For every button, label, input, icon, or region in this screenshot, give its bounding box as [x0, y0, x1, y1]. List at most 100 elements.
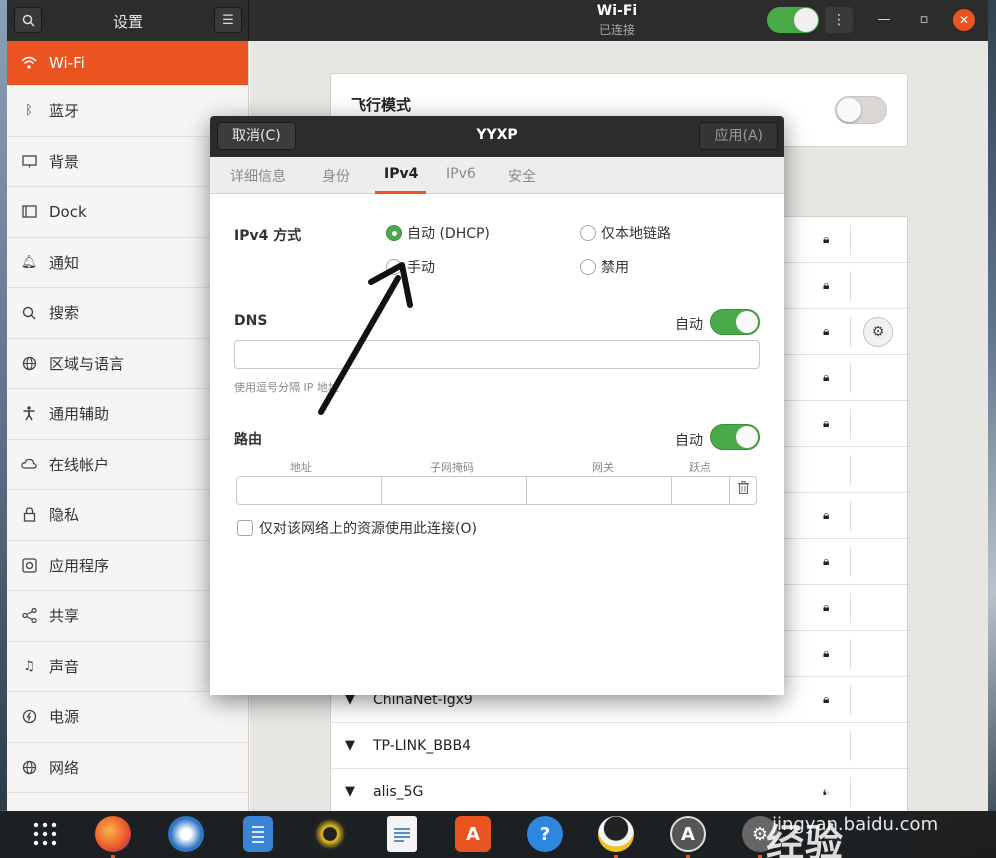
sidebar-item-label: 通用辅助 — [49, 405, 110, 424]
only-resources-checkbox[interactable]: 仅对该网络上的资源使用此连接(O) — [237, 518, 477, 538]
route-column-netmask: 子网掩码 — [430, 461, 474, 474]
sidebar-item-label: 声音 — [49, 657, 80, 676]
tab-ipv6[interactable]: IPv6 — [446, 166, 476, 182]
route-column-gateway: 网关 — [592, 461, 614, 474]
lock-icon: 🔒︎ — [823, 508, 830, 522]
method-manual-radio[interactable]: 手动 — [386, 257, 435, 277]
wifi-signal-icon: ▼ — [345, 784, 355, 799]
baidu-watermark: Bai du 经验 jingyan.baidu.com — [760, 752, 960, 858]
sidebar-item-wifi[interactable]: Wi-Fi — [7, 41, 248, 86]
app-grid-icon[interactable] — [27, 816, 63, 852]
sidebar-item-network[interactable]: 网络 — [7, 743, 248, 793]
lock-icon: 🔒︎ — [823, 278, 830, 292]
delete-route-button[interactable] — [729, 476, 757, 505]
qq-icon[interactable] — [598, 816, 634, 852]
radio-label: 禁用 — [601, 260, 629, 276]
window-title: Wi-Fi — [596, 3, 638, 19]
method-disable-radio[interactable]: 禁用 — [580, 257, 629, 277]
dialog-tabs: 详细信息 身份 IPv4 IPv6 安全 — [210, 157, 784, 194]
help-icon[interactable]: ? — [527, 816, 563, 852]
route-address-input[interactable] — [236, 476, 382, 505]
apps-icon — [21, 557, 37, 573]
minimize-button[interactable]: — — [873, 9, 895, 31]
sidebar-item-label: 蓝牙 — [49, 102, 80, 121]
route-gateway-input[interactable] — [526, 476, 672, 505]
tab-security[interactable]: 安全 — [508, 166, 536, 186]
apply-button[interactable]: 应用(A) — [699, 122, 778, 150]
active-tab-indicator — [375, 191, 426, 194]
wifi-toggle[interactable] — [767, 7, 819, 33]
sidebar-item-label: 通知 — [49, 253, 80, 272]
network-name: alis_5G — [373, 783, 424, 800]
sidebar-item-label: 区域与语言 — [49, 354, 125, 373]
network-name: TP-LINK_BBB4 — [373, 737, 472, 754]
tab-details[interactable]: 详细信息 — [230, 166, 286, 186]
sidebar-item-label: 在线帐户 — [49, 455, 110, 474]
airplane-mode-toggle[interactable] — [835, 96, 887, 124]
bluetooth-icon: ᛒ — [25, 103, 33, 119]
writer-icon[interactable] — [387, 816, 417, 852]
close-button[interactable]: ✕ — [953, 9, 975, 31]
maximize-button[interactable]: ▫ — [913, 9, 935, 31]
lock-icon — [21, 507, 37, 523]
sidebar-item-label: 应用程序 — [49, 556, 110, 575]
sidebar-item-label: 搜索 — [49, 304, 80, 323]
route-metric-input[interactable] — [671, 476, 730, 505]
dialog-header: 取消(C) YYXP 应用(A) — [210, 116, 784, 157]
radio-label: 手动 — [407, 260, 435, 276]
lock-icon: 🔒︎ — [823, 370, 830, 384]
gear-icon[interactable]: ⚙ — [863, 317, 893, 347]
lock-icon: 🔒︎ — [823, 600, 830, 614]
search-icon — [21, 305, 37, 321]
dock-icon — [21, 204, 37, 220]
updater-icon[interactable]: A — [670, 816, 706, 852]
minimize-icon: — — [877, 12, 891, 27]
airplane-mode-label: 飞行模式 — [351, 96, 412, 114]
checkbox-label: 仅对该网络上的资源使用此连接(O) — [259, 521, 477, 537]
radio-indicator — [580, 259, 596, 275]
lock-icon: 🔒︎ — [823, 324, 830, 338]
route-netmask-input[interactable] — [381, 476, 527, 505]
vertical-dots-icon: ⋮ — [832, 12, 846, 28]
rhythmbox-icon[interactable] — [312, 816, 348, 852]
sidebar-title: 设置 — [112, 13, 143, 31]
route-column-address: 地址 — [290, 461, 312, 474]
window-subtitle: 已连接 — [598, 23, 635, 37]
bell-icon: 🔔︎ — [20, 254, 38, 270]
software-center-icon[interactable]: A — [455, 816, 491, 852]
dns-auto-toggle[interactable] — [710, 309, 760, 335]
close-icon: ✕ — [958, 13, 970, 27]
radio-label: 仅本地链路 — [601, 226, 671, 242]
radio-indicator — [386, 225, 402, 241]
firefox-icon[interactable] — [95, 816, 131, 852]
hamburger-menu-button[interactable]: ☰ — [214, 7, 242, 33]
title-bar: 设置 ☰ Wi-Fi 已连接 ⋮ — ▫ ✕ — [7, 0, 988, 41]
checkbox-box — [237, 520, 253, 536]
network-settings-dialog: 取消(C) YYXP 应用(A) 详细信息 身份 IPv4 IPv6 安全 IP… — [210, 116, 784, 695]
sidebar-item-label: Wi-Fi — [49, 54, 85, 72]
share-icon — [21, 608, 37, 624]
maximize-icon: ▫ — [919, 12, 929, 27]
dns-input[interactable] — [234, 340, 760, 369]
sidebar-item-label: 隐私 — [49, 506, 80, 525]
lock-icon: 🔒︎ — [823, 554, 830, 568]
routes-auto-toggle[interactable] — [710, 424, 760, 450]
music-icon: ♫ — [23, 658, 35, 674]
power-icon — [21, 709, 37, 725]
sidebar-item-label: 电源 — [49, 708, 80, 727]
cancel-button[interactable]: 取消(C) — [217, 122, 296, 150]
sidebar-item-label: 共享 — [49, 607, 80, 626]
tab-ipv4[interactable]: IPv4 — [384, 166, 418, 182]
lock-icon: 🔒︎ — [823, 416, 830, 430]
route-column-metric: 跃点 — [689, 461, 711, 474]
lock-icon: 🔒︎ — [823, 646, 830, 660]
method-auto-radio[interactable]: 自动 (DHCP) — [386, 223, 490, 243]
more-options-button[interactable]: ⋮ — [825, 7, 853, 33]
thunderbird-icon[interactable] — [168, 816, 204, 852]
sidebar-item-label: 背景 — [49, 152, 80, 171]
tab-identity[interactable]: 身份 — [322, 166, 350, 186]
files-icon[interactable] — [243, 816, 273, 852]
method-link-local-radio[interactable]: 仅本地链路 — [580, 223, 671, 243]
sidebar-item-power[interactable]: 电源 — [7, 692, 248, 743]
sidebar-item-label: Dock — [49, 202, 87, 221]
